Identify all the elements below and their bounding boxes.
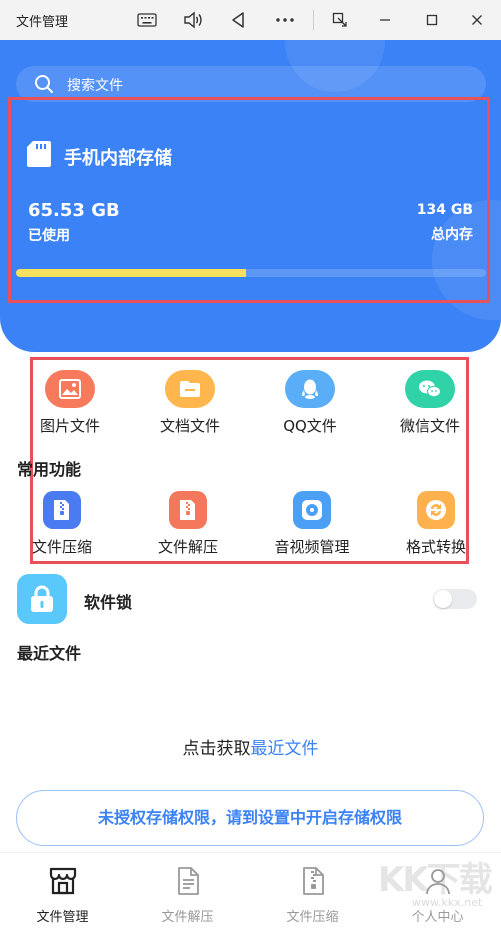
nav-label: 文件管理 bbox=[36, 910, 89, 925]
category-wechat-files[interactable]: 微信文件 bbox=[375, 370, 485, 436]
maximize-icon[interactable] bbox=[418, 6, 446, 34]
folder-icon bbox=[165, 370, 215, 408]
function-label: 音视频管理 bbox=[274, 538, 350, 556]
title-separator bbox=[313, 10, 314, 30]
watermark-url: www.kkx.net bbox=[412, 896, 483, 909]
category-label: 文档文件 bbox=[159, 417, 220, 435]
archive-icon bbox=[297, 865, 329, 901]
storage-header: 搜索文件 手机内部存储 65.53 GB 已使用 134 GB 总内存 bbox=[0, 40, 501, 352]
toggle-knob bbox=[434, 590, 452, 608]
function-format-convert[interactable]: 格式转换 bbox=[381, 491, 491, 557]
recent-files-title: 最近文件 bbox=[17, 644, 82, 663]
category-label: QQ文件 bbox=[283, 417, 337, 435]
watermark-logo: KK下载 bbox=[378, 860, 493, 900]
common-functions-title: 常用功能 bbox=[17, 460, 82, 479]
used-storage-label: 已使用 bbox=[28, 228, 70, 244]
function-media-manager[interactable]: 音视频管理 bbox=[257, 491, 367, 557]
category-qq-files[interactable]: QQ文件 bbox=[255, 370, 365, 436]
search-placeholder: 搜索文件 bbox=[67, 78, 123, 94]
close-icon[interactable] bbox=[463, 6, 491, 34]
function-file-compress[interactable]: 文件压缩 bbox=[7, 491, 117, 557]
total-storage-label: 总内存 bbox=[431, 227, 473, 243]
software-lock-toggle[interactable] bbox=[433, 589, 477, 609]
more-icon[interactable] bbox=[271, 6, 299, 34]
sd-card-icon bbox=[27, 141, 51, 171]
storage-permission-button[interactable]: 未授权存储权限，请到设置中开启存储权限 bbox=[16, 790, 484, 846]
document-icon bbox=[172, 865, 204, 901]
category-label: 图片文件 bbox=[39, 417, 100, 435]
window-title: 文件管理 bbox=[16, 15, 69, 30]
media-icon bbox=[293, 491, 331, 529]
convert-icon bbox=[417, 491, 455, 529]
recent-hint-text: 点击获取 bbox=[182, 739, 251, 759]
function-file-decompress[interactable]: 文件解压 bbox=[133, 491, 243, 557]
keyboard-icon[interactable] bbox=[133, 6, 161, 34]
recent-files-link[interactable]: 最近文件 bbox=[251, 739, 319, 759]
storage-progress-track bbox=[16, 269, 486, 277]
total-storage-value: 134 GB bbox=[416, 202, 473, 218]
storage-title: 手机内部存储 bbox=[64, 148, 172, 169]
screen-switch-icon[interactable] bbox=[326, 6, 354, 34]
function-label: 格式转换 bbox=[405, 538, 466, 556]
function-label: 文件解压 bbox=[157, 538, 218, 556]
category-image-files[interactable]: 图片文件 bbox=[15, 370, 125, 436]
qq-icon bbox=[285, 370, 335, 408]
nav-file-decompress[interactable]: 文件解压 bbox=[125, 853, 250, 933]
category-label: 微信文件 bbox=[399, 417, 460, 435]
window-title-bar: 文件管理 bbox=[0, 0, 501, 40]
unzip-icon bbox=[169, 491, 207, 529]
search-icon bbox=[34, 74, 54, 98]
nav-label: 文件解压 bbox=[161, 910, 214, 925]
nav-file-manager[interactable]: 文件管理 bbox=[0, 853, 125, 933]
recent-files-hint: 点击获取最近文件 bbox=[0, 734, 501, 759]
used-storage-value: 65.53 GB bbox=[28, 200, 120, 221]
decor-bubble bbox=[432, 200, 501, 320]
wechat-icon bbox=[405, 370, 455, 408]
zip-icon bbox=[43, 491, 81, 529]
storage-progress-fill bbox=[16, 269, 246, 277]
back-icon[interactable] bbox=[224, 6, 252, 34]
image-icon bbox=[45, 370, 95, 408]
nav-file-compress[interactable]: 文件压缩 bbox=[250, 853, 375, 933]
volume-icon[interactable] bbox=[179, 6, 207, 34]
nav-label: 文件压缩 bbox=[286, 910, 339, 925]
category-document-files[interactable]: 文档文件 bbox=[135, 370, 245, 436]
function-label: 文件压缩 bbox=[31, 538, 92, 556]
software-lock-icon bbox=[17, 574, 67, 624]
store-icon bbox=[47, 865, 79, 901]
minimize-icon[interactable] bbox=[371, 6, 399, 34]
search-bar[interactable]: 搜索文件 bbox=[16, 66, 486, 102]
software-lock-label: 软件锁 bbox=[84, 593, 133, 612]
